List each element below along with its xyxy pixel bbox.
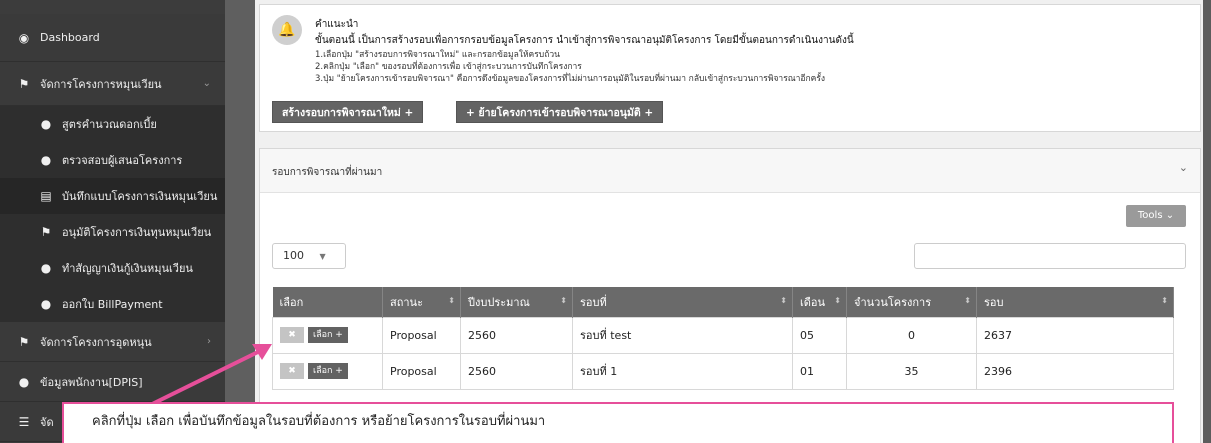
arrow-line (139, 348, 263, 412)
annotation-arrow (139, 344, 272, 412)
app-root: ◉ Dashboard ⚑ จัดการโครงการหมุนเวียน ⌄ ●… (0, 0, 1211, 443)
annotation-callout: คลิกที่ปุ่ม เลือก เพื่อบันทึกข้อมูลในรอบ… (62, 402, 1174, 443)
callout-text: คลิกที่ปุ่ม เลือก เพื่อบันทึกข้อมูลในรอบ… (92, 414, 546, 429)
